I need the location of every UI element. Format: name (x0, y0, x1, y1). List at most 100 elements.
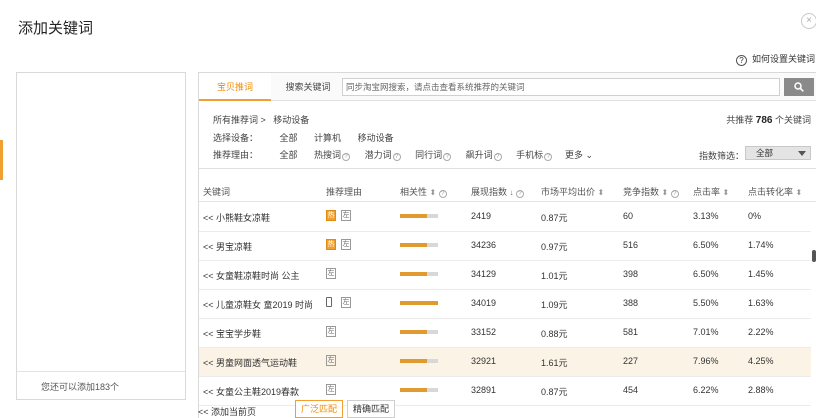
impressions-cell: 34236 (471, 240, 497, 250)
reason-option-potential[interactable]: 潜力词 (365, 150, 392, 160)
relevance-bar (400, 272, 438, 276)
cvr-cell: 2.88% (748, 385, 774, 395)
col-relevance-label: 相关性 (400, 187, 428, 197)
help-icon[interactable]: ? (670, 190, 679, 198)
broad-match-button[interactable]: 广泛匹配 (295, 400, 343, 418)
add-current-page-button[interactable]: << 添加当前页 (198, 405, 256, 418)
more-filters-button[interactable]: 更多 ⌄ (565, 148, 593, 161)
keyword-cell[interactable]: << 女童公主鞋2019春款 (203, 385, 299, 398)
relevance-bar (400, 301, 438, 305)
relevance-bar-fill (400, 388, 427, 392)
index-filter-select[interactable]: 全部 (745, 146, 811, 160)
tab-bar: 宝贝推词 搜索关键词 同步淘宝网搜索，请点击查看系统推荐的关键词 (199, 73, 816, 101)
exact-match-button[interactable]: 精确匹配 (347, 400, 395, 418)
search-button[interactable] (784, 78, 814, 96)
keyword-cell[interactable]: << 宝宝学步鞋 (203, 327, 261, 340)
col-impressions[interactable]: 展现指数 ↓ ? (471, 185, 525, 198)
reason-tag: 左 (326, 326, 336, 337)
device-option-mobile[interactable]: 移动设备 (358, 133, 394, 143)
device-filter: 选择设备： 全部 计算机 移动设备 (213, 131, 408, 144)
help-icon[interactable]: ? (392, 153, 401, 161)
tab-search[interactable]: 搜索关键词 (275, 73, 341, 101)
avg-bid-cell: 1.01元 (541, 271, 568, 281)
col-cvr[interactable]: 点击转化率 ⬍ (748, 185, 802, 198)
table-row[interactable]: << 儿童凉鞋女 童2019 时尚 左 34019 1.09元 388 5.50% 1.63… (199, 290, 811, 319)
help-link[interactable]: ? 如何设置关键词 (736, 52, 815, 66)
ctr-cell: 7.96% (693, 356, 719, 366)
keyword-cell[interactable]: << 女童鞋凉鞋时尚 公主 (203, 269, 300, 282)
search-input[interactable]: 同步淘宝网搜索，请点击查看系统推荐的关键词 (342, 78, 780, 96)
help-icon[interactable]: ? (443, 153, 452, 161)
avg-bid-cell: 0.97元 (541, 242, 568, 252)
col-reason: 推荐理由 (326, 187, 363, 197)
close-icon[interactable]: × (801, 13, 816, 29)
device-option-pc[interactable]: 计算机 (314, 133, 341, 143)
table-row[interactable]: << 宝宝学步鞋 左 33152 0.88元 581 7.01% 2.22% (199, 319, 811, 348)
keyword-cell[interactable]: << 男宝凉鞋 (203, 240, 252, 253)
col-competition-label: 竞争指数 (623, 187, 660, 197)
count-suffix: 个关键词 (774, 115, 811, 125)
sort-arrow-icon: ⬍ (795, 188, 803, 197)
avg-bid-cell: 1.09元 (541, 300, 568, 310)
help-icon[interactable]: ? (342, 153, 351, 161)
recommend-panel: 宝贝推词 搜索关键词 同步淘宝网搜索，请点击查看系统推荐的关键词 所有推荐词 >… (198, 72, 816, 418)
sort-arrow-icon: ⬍ (722, 188, 730, 197)
col-avg-bid-label: 市场平均出价 (541, 187, 596, 197)
left-accent-bar (0, 140, 3, 180)
index-filter-label: 指数筛选： (699, 151, 745, 161)
remaining-count: 您还可以添加183个 (41, 382, 120, 392)
help-icon[interactable]: ? (493, 153, 502, 161)
reason-option-hot[interactable]: 热搜词 (314, 150, 341, 160)
col-avg-bid[interactable]: 市场平均出价 ⬍ (541, 185, 604, 198)
competition-cell: 388 (623, 298, 639, 308)
keyword-cell[interactable]: << 小熊鞋女凉鞋 (203, 211, 270, 224)
impressions-cell: 32921 (471, 356, 497, 366)
tab-recommend[interactable]: 宝贝推词 (199, 73, 271, 101)
count-prefix: 共推荐 (726, 115, 754, 125)
relevance-bar-empty (427, 330, 438, 334)
ctr-cell: 7.01% (693, 327, 719, 337)
more-label: 更多 (565, 150, 584, 160)
impressions-cell: 2419 (471, 211, 492, 221)
avg-bid-cell: 1.61元 (541, 358, 568, 368)
keyword-table-body: << 小熊鞋女凉鞋热左 2419 0.87元 60 3.13% 0% << 男宝凉鞋热左 34… (199, 203, 811, 418)
ctr-cell: 6.50% (693, 269, 719, 279)
sort-arrow-icon: ⬍ (661, 188, 669, 197)
relevance-bar (400, 214, 438, 218)
keyword-cell[interactable]: << 男童网面透气运动鞋 (203, 356, 297, 369)
relevance-bar-empty (427, 388, 438, 392)
col-ctr[interactable]: 点击率 ⬍ (693, 185, 729, 198)
col-relevance[interactable]: 相关性 ⬍ ? (400, 185, 447, 198)
relevance-bar-fill (400, 243, 427, 247)
impressions-cell: 34019 (471, 298, 497, 308)
relevance-bar (400, 388, 438, 392)
col-ctr-label: 点击率 (693, 187, 721, 197)
relevance-bar-fill (400, 301, 438, 305)
help-icon[interactable]: ? (544, 153, 553, 161)
reason-option-all[interactable]: 全部 (280, 150, 298, 160)
impressions-cell: 32891 (471, 385, 497, 395)
device-option-all[interactable]: 全部 (280, 133, 298, 143)
avg-bid-cell: 0.87元 (541, 213, 568, 223)
reason-option-peer[interactable]: 同行词 (415, 150, 442, 160)
relevance-bar-empty (427, 272, 438, 276)
sort-arrow-icon: ⬍ (597, 188, 605, 197)
table-row[interactable]: << 男宝凉鞋 热左 34236 0.97元 516 6.50% 1.74% (199, 232, 811, 261)
breadcrumb-root[interactable]: 所有推荐词 > (213, 115, 266, 125)
reason-option-mobile[interactable]: 手机标 (516, 150, 543, 160)
reason-option-rising[interactable]: 飙升词 (466, 150, 493, 160)
table-row[interactable]: << 男童网面透气运动鞋 左 32921 1.61元 227 7.96% 4.25% (199, 348, 811, 377)
selected-keywords-panel: 您还可以添加183个 (16, 72, 186, 400)
help-icon[interactable]: ? (516, 190, 525, 198)
help-icon[interactable]: ? (438, 190, 447, 198)
competition-cell: 581 (623, 327, 639, 337)
keyword-cell[interactable]: << 儿童凉鞋女 童2019 时尚 (203, 298, 313, 311)
sort-down-icon: ↓ (509, 188, 514, 197)
col-competition[interactable]: 竞争指数 ⬍ ? (623, 185, 679, 198)
cvr-cell: 2.22% (748, 327, 774, 337)
cvr-cell: 0% (748, 211, 762, 221)
table-row[interactable]: << 小熊鞋女凉鞋 热左 2419 0.87元 60 3.13% 0% (199, 203, 811, 232)
scrollbar-thumb[interactable] (812, 250, 816, 262)
relevance-bar (400, 243, 438, 247)
table-row[interactable]: << 女童鞋凉鞋时尚 公主 左 34129 1.01元 398 6.50% 1.45% (199, 261, 811, 290)
